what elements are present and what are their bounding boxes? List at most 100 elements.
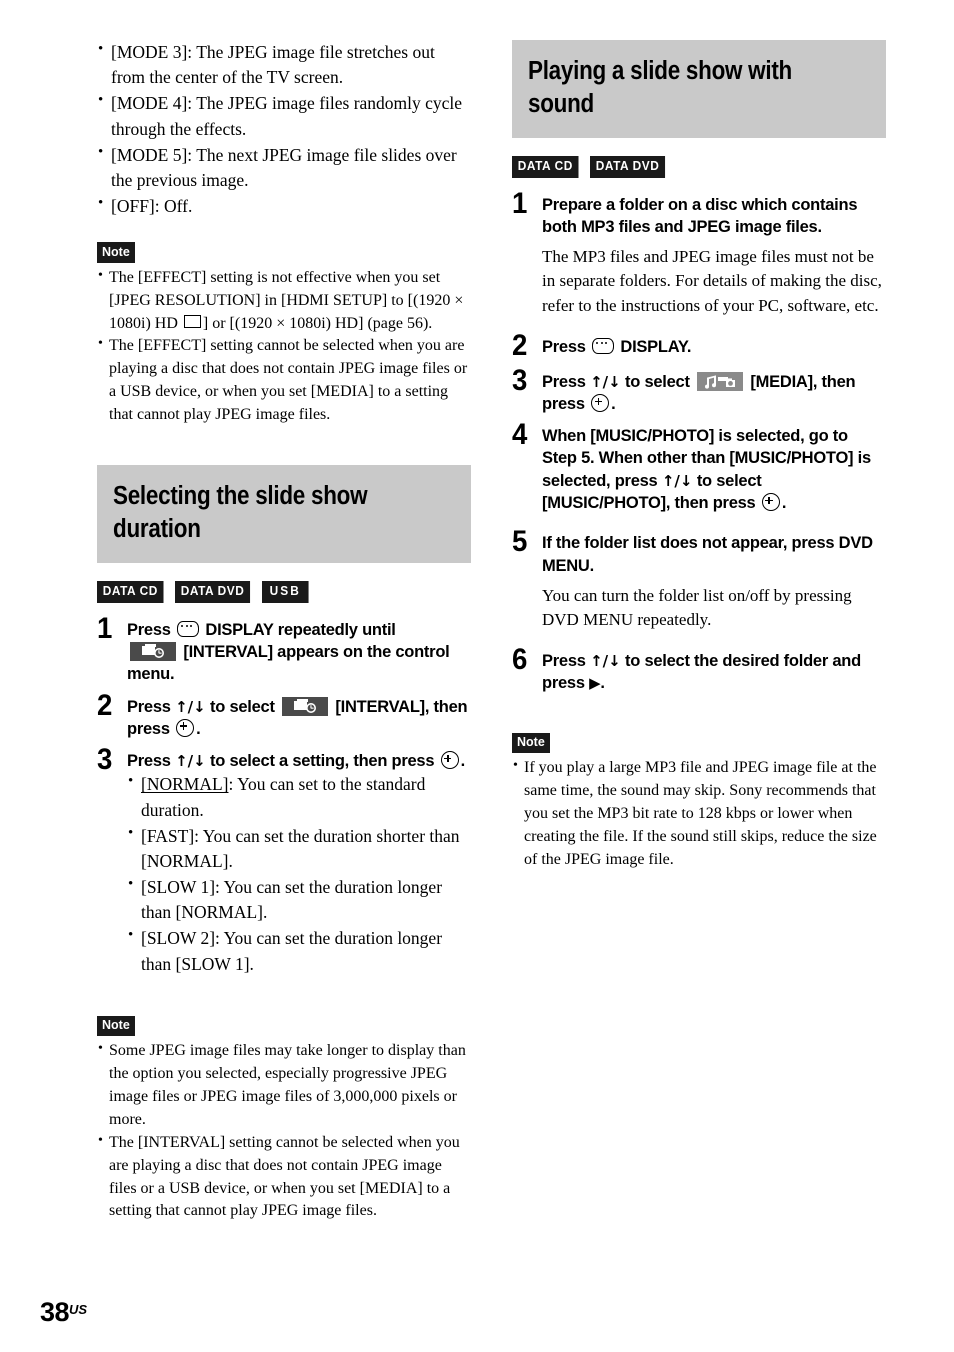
disc-format-badges-left: DATA CD DATA DVD USB	[97, 581, 471, 603]
step-6: 6 Press ↑/↓ to select the desired folder…	[512, 644, 886, 695]
step-text-part: to select a setting, then press	[210, 752, 435, 771]
step-3: 3 Press ↑/↓ to select a setting, then pr…	[97, 744, 471, 978]
step-number: 1	[512, 186, 528, 220]
badge-data-dvd: DATA DVD	[590, 156, 666, 178]
up-down-arrows-icon: ↑/↓	[175, 752, 206, 771]
note-label: Note	[97, 242, 135, 263]
badge-data-dvd: DATA DVD	[175, 581, 251, 603]
note-text-part-2: ] or [(1920 × 1080i) HD] (page 56).	[202, 314, 433, 332]
right-column: Playing a slide show with sound DATA CD …	[512, 40, 886, 871]
setting-name: [SLOW 1]	[141, 877, 216, 898]
note-label: Note	[512, 732, 550, 754]
step-text: Press ↑/↓ to select the desired folder a…	[542, 650, 886, 695]
list-item: The [EFFECT] setting is not effective wh…	[97, 266, 471, 336]
list-item: [MODE 4]: The JPEG image files randomly …	[97, 90, 471, 141]
display-button-icon	[592, 337, 615, 354]
list-item: [MODE 5]: The next JPEG image file slide…	[97, 142, 471, 193]
step-2: 2 Press DISPLAY.	[512, 330, 886, 361]
step-1: 1 Press DISPLAY repeatedly until [INTERV…	[97, 613, 471, 686]
setting-name: [FAST]	[141, 825, 195, 846]
step-text-part: DISPLAY repeatedly until	[205, 620, 396, 639]
up-down-arrows-icon: ↑/↓	[590, 372, 621, 391]
enter-button-icon	[440, 751, 459, 770]
step-description: The MP3 files and JPEG image files must …	[542, 247, 882, 315]
page-number: 38US	[40, 1299, 87, 1326]
duration-settings-list: [NORMAL]: You can set to the standard du…	[127, 771, 471, 977]
step-4: 4 When [MUSIC/PHOTO] is selected, go to …	[512, 419, 886, 514]
page-title: Playing a slide show with sound	[528, 57, 792, 119]
step-number: 5	[512, 525, 528, 559]
page-number-value: 38	[40, 1297, 70, 1327]
display-button-icon	[177, 620, 200, 637]
step-text: Press DISPLAY repeatedly until [INTERVAL…	[127, 619, 471, 686]
step-number: 1	[97, 611, 113, 645]
enter-button-icon	[761, 493, 780, 512]
note-list: If you play a large MP3 file and JPEG im…	[512, 756, 886, 871]
step-text: Press ↑/↓ to select a setting, then pres…	[127, 750, 471, 772]
step-number: 2	[512, 328, 528, 362]
step-text-part: .	[460, 752, 466, 771]
step-text-part: to select	[625, 372, 690, 391]
list-item: The [INTERVAL] setting cannot be selecte…	[97, 1131, 471, 1224]
step-5: 5 If the folder list does not appear, pr…	[512, 526, 886, 632]
step-1: 1 Prepare a folder on a disc which conta…	[512, 188, 886, 318]
step-text: Press ↑/↓ to select [INTERVAL], then pre…	[127, 696, 471, 741]
note-block-interval: Note Some JPEG image files may take long…	[97, 1015, 471, 1224]
page-title: Selecting the slide show duration	[113, 481, 368, 544]
step-number: 6	[512, 643, 528, 677]
step-text-part: Press	[127, 620, 171, 639]
badge-usb: USB	[262, 581, 309, 603]
up-down-arrows-icon: ↑/↓	[661, 471, 693, 490]
step-text-part: Press	[127, 752, 171, 771]
up-down-arrows-icon: ↑/↓	[175, 697, 206, 716]
step-description: You can turn the folder list on/off by p…	[542, 585, 852, 629]
setting-name: [SLOW 2]	[141, 928, 216, 949]
empty-box-icon	[183, 314, 201, 328]
up-down-arrows-icon: ↑/↓	[590, 652, 621, 671]
step-text-part: DISPLAY.	[620, 337, 692, 356]
step-text-part: .	[781, 494, 787, 513]
note-list: Some JPEG image files may take longer to…	[97, 1039, 471, 1224]
step-text: Press ↑/↓ to select [MEDIA], then press …	[542, 371, 886, 416]
step-number: 3	[512, 363, 528, 397]
step-text: When [MUSIC/PHOTO] is selected, go to St…	[542, 425, 886, 514]
list-item: [NORMAL]: You can set to the standard du…	[127, 771, 471, 822]
step-text-part: Press	[127, 697, 171, 716]
badge-data-cd: DATA CD	[512, 156, 579, 178]
list-item: [MODE 3]: The JPEG image file stretches …	[97, 39, 471, 90]
effect-mode-list: [MODE 3]: The JPEG image file stretches …	[97, 39, 471, 219]
manual-page: [MODE 3]: The JPEG image file stretches …	[0, 0, 954, 1352]
list-item: [SLOW 1]: You can set the duration longe…	[127, 874, 471, 925]
enter-button-icon	[176, 718, 195, 737]
setting-name: [NORMAL]	[141, 774, 229, 795]
note-block-effect: Note The [EFFECT] setting is not effecti…	[97, 242, 471, 427]
step-text: Press DISPLAY.	[542, 336, 886, 358]
step-text: If the folder list does not appear, pres…	[542, 534, 873, 575]
list-item: Some JPEG image files may take longer to…	[97, 1039, 471, 1132]
step-2: 2 Press ↑/↓ to select [INTERVAL], then p…	[97, 690, 471, 741]
step-number: 3	[97, 743, 113, 777]
step-text-part: .	[196, 719, 201, 738]
list-item: [OFF]: Off.	[97, 193, 471, 219]
list-item: [FAST]: You can set the duration shorter…	[127, 823, 471, 874]
media-menu-icon	[697, 371, 744, 391]
step-text-part: Press	[542, 652, 586, 671]
interval-menu-icon	[282, 696, 329, 716]
note-label: Note	[97, 1015, 135, 1037]
list-item: The [EFFECT] setting cannot be selected …	[97, 334, 471, 427]
page-region: US	[69, 1302, 88, 1317]
step-3: 3 Press ↑/↓ to select [MEDIA], then pres…	[512, 365, 886, 416]
step-text-part: .	[611, 394, 616, 413]
badge-data-cd: DATA CD	[97, 581, 164, 603]
disc-format-badges-right: DATA CD DATA DVD	[512, 156, 886, 178]
note-list: The [EFFECT] setting is not effective wh…	[97, 266, 471, 427]
step-number: 4	[512, 418, 528, 452]
play-button-icon: ▶	[589, 674, 601, 693]
step-text-part: .	[600, 674, 605, 693]
list-item: If you play a large MP3 file and JPEG im…	[512, 756, 886, 871]
step-text-part: Press	[542, 372, 586, 391]
step-number: 2	[97, 688, 113, 722]
left-column: [MODE 3]: The JPEG image file stretches …	[97, 39, 471, 1224]
step-text-part: to select	[210, 697, 275, 716]
note-block-mp3: Note If you play a large MP3 file and JP…	[512, 732, 886, 872]
